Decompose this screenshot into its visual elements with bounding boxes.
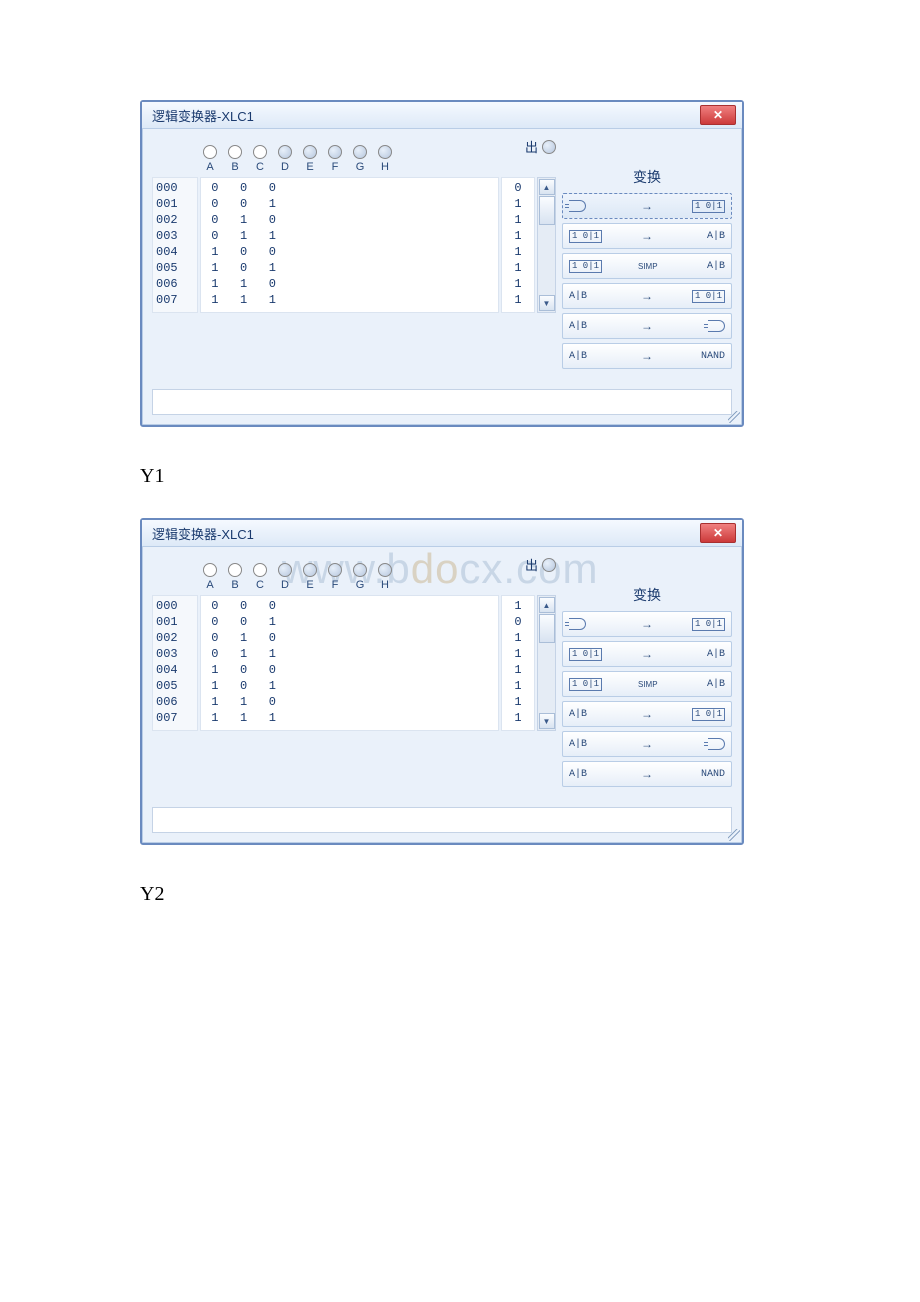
btn-expr-to-truth[interactable]: A|B → 1 0|1 xyxy=(562,283,732,309)
expression-input[interactable] xyxy=(152,389,732,415)
output-column: 1011 1111 xyxy=(501,595,535,731)
output-lamp-icon xyxy=(542,140,556,154)
btn-truth-to-expr[interactable]: 1 0|1 → A|B xyxy=(562,223,732,249)
gate-icon xyxy=(708,738,725,750)
resize-grip-icon[interactable] xyxy=(728,411,740,423)
input-G[interactable]: G xyxy=(352,145,368,173)
input-D[interactable]: D xyxy=(277,145,293,173)
caption-y2: Y2 xyxy=(140,883,780,906)
gate-icon xyxy=(569,618,586,630)
truth-table: 000001002003 004005006007 0 0 0 0 0 1 0 … xyxy=(152,177,556,313)
input-H[interactable]: H xyxy=(377,145,393,173)
btn-truth-to-expr[interactable]: 1 0|1 → A|B xyxy=(562,641,732,667)
close-button[interactable]: ✕ xyxy=(700,105,736,125)
btn-truth-simp-expr[interactable]: 1 0|1 SIMP A|B xyxy=(562,253,732,279)
btn-gate-to-truth[interactable]: → 1 0|1 xyxy=(562,193,732,219)
truthtable-icon: 1 0|1 xyxy=(692,200,725,213)
btn-gate-to-truth[interactable]: → 1 0|1 xyxy=(562,611,732,637)
index-column: 000001002003 004005006007 xyxy=(152,177,198,313)
truth-values: 0 0 0 0 0 1 0 1 0 0 1 1 1 0 0 1 0 1 1 1 … xyxy=(200,177,499,313)
arrow-icon: → xyxy=(638,199,656,213)
scrollbar[interactable]: ▲ ▼ xyxy=(537,177,556,313)
input-C[interactable]: C xyxy=(252,563,268,591)
conversion-label: 变换 xyxy=(562,585,732,605)
btn-truth-simp-expr[interactable]: 1 0|1 SIMP A|B xyxy=(562,671,732,697)
input-E[interactable]: E xyxy=(302,563,318,591)
logic-converter-window-2: www.bdocx.com 逻辑变换器-XLC1 ✕ A B C D E F G… xyxy=(140,518,744,845)
logic-converter-window-1: 逻辑变换器-XLC1 ✕ A B C D E F G H 出 xyxy=(140,100,744,427)
output-terminal: 出 xyxy=(525,555,556,574)
truth-table: 000001002003 004005006007 0 0 0 0 0 1 0 … xyxy=(152,595,556,731)
input-G[interactable]: G xyxy=(352,563,368,591)
truth-values: 0 0 0 0 0 1 0 1 0 0 1 1 1 0 0 1 0 1 1 1 … xyxy=(200,595,499,731)
output-column: 0111 1111 xyxy=(501,177,535,313)
input-H[interactable]: H xyxy=(377,563,393,591)
input-B[interactable]: B xyxy=(227,563,243,591)
input-F[interactable]: F xyxy=(327,145,343,173)
input-terminals: A B C D E F G H 出 xyxy=(152,555,556,591)
btn-expr-to-gate[interactable]: A|B → xyxy=(562,313,732,339)
close-icon: ✕ xyxy=(713,527,723,539)
btn-expr-to-truth[interactable]: A|B → 1 0|1 xyxy=(562,701,732,727)
close-icon: ✕ xyxy=(713,109,723,121)
btn-expr-to-gate[interactable]: A|B → xyxy=(562,731,732,757)
output-terminal: 出 xyxy=(525,137,556,156)
input-B[interactable]: B xyxy=(227,145,243,173)
scroll-up-icon[interactable]: ▲ xyxy=(539,179,555,195)
btn-expr-to-nand[interactable]: A|B → NAND xyxy=(562,343,732,369)
titlebar: 逻辑变换器-XLC1 ✕ xyxy=(142,520,742,547)
resize-grip-icon[interactable] xyxy=(728,829,740,841)
btn-expr-to-nand[interactable]: A|B → NAND xyxy=(562,761,732,787)
conversion-label: 变换 xyxy=(562,167,732,187)
gate-icon xyxy=(708,320,725,332)
input-A[interactable]: A xyxy=(202,563,218,591)
caption-y1: Y1 xyxy=(140,465,780,488)
window-title: 逻辑变换器-XLC1 xyxy=(152,106,254,125)
expression-input[interactable] xyxy=(152,807,732,833)
input-A[interactable]: A xyxy=(202,145,218,173)
scroll-thumb[interactable] xyxy=(539,614,555,643)
gate-icon xyxy=(569,200,586,212)
conversion-panel: 变换 → 1 0|1 1 0|1 → A|B 1 0|1 SIMP A|B xyxy=(562,137,732,373)
close-button[interactable]: ✕ xyxy=(700,523,736,543)
input-D[interactable]: D xyxy=(277,563,293,591)
input-E[interactable]: E xyxy=(302,145,318,173)
scroll-thumb[interactable] xyxy=(539,196,555,225)
index-column: 000001002003 004005006007 xyxy=(152,595,198,731)
scrollbar[interactable]: ▲ ▼ xyxy=(537,595,556,731)
scroll-up-icon[interactable]: ▲ xyxy=(539,597,555,613)
scroll-down-icon[interactable]: ▼ xyxy=(539,713,555,729)
titlebar: 逻辑变换器-XLC1 ✕ xyxy=(142,102,742,129)
window-title: 逻辑变换器-XLC1 xyxy=(152,524,254,543)
input-F[interactable]: F xyxy=(327,563,343,591)
input-C[interactable]: C xyxy=(252,145,268,173)
input-terminals: A B C D E F G H 出 xyxy=(152,137,556,173)
scroll-down-icon[interactable]: ▼ xyxy=(539,295,555,311)
output-lamp-icon xyxy=(542,558,556,572)
conversion-panel: 变换 → 1 0|1 1 0|1 → A|B 1 0|1 SIMP A|B xyxy=(562,555,732,791)
